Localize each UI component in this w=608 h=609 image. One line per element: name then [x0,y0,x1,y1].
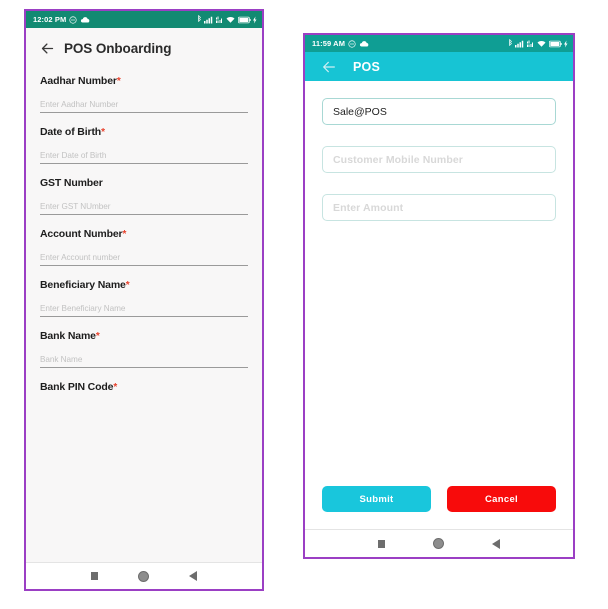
field-label: Beneficiary Name* [40,279,130,291]
charging-bolt-icon [564,40,568,47]
pos-action-buttons: Submit Cancel [322,486,556,529]
back-arrow-icon[interactable] [40,41,55,56]
back-arrow-icon[interactable] [321,59,337,75]
field-label: Bank Name* [40,330,100,342]
status-bar-left-group: 12:02 PM [33,15,90,24]
transaction-type-input[interactable]: Sale@POS [322,98,556,125]
bluetooth-icon [197,15,201,22]
customer-mobile-input[interactable]: Customer Mobile Number [322,146,556,173]
left-phone-body: POS Onboarding Aadhar Number* Enter Aadh… [26,28,262,562]
onboarding-form: Aadhar Number* Enter Aadhar Number Date … [26,75,262,393]
mobile-data-icon [215,16,222,23]
required-marker: * [113,382,118,393]
status-bar-right-group [508,39,569,48]
wifi-icon [537,40,546,47]
phone-right-pos: 11:59 AM POS Sale@POS Customer Mobile Nu… [303,33,575,559]
required-marker: * [101,127,105,138]
android-nav-bar-left [26,562,262,589]
pos-app-bar: POS [305,52,573,81]
battery-icon [548,40,562,47]
required-marker: * [116,76,121,87]
field-aadhar-number: Aadhar Number* Enter Aadhar Number [40,75,248,113]
phone-left-pos-onboarding: 12:02 PM POS Onboarding Aadhar Number* E… [24,9,264,591]
field-beneficiary-name: Beneficiary Name* Enter Beneficiary Name [40,279,248,317]
pos-body: Sale@POS Customer Mobile Number Enter Am… [305,81,573,529]
field-label: Account Number* [40,228,127,240]
onboarding-header: POS Onboarding [26,28,262,62]
home-circle-icon[interactable] [138,570,149,582]
field-label: Bank PIN Code* [40,381,118,393]
app-bar-title: POS [353,59,380,74]
field-account-number: Account Number* Enter Account number [40,228,248,266]
status-bar-left: 12:02 PM [26,11,262,28]
page-title: POS Onboarding [64,41,172,56]
back-triangle-icon[interactable] [189,571,197,581]
bank-name-input[interactable]: Bank Name [40,355,248,368]
field-label: Date of Birth* [40,126,105,138]
required-marker: * [95,331,100,342]
bluetooth-icon [508,39,512,46]
battery-icon [237,16,251,23]
amount-input[interactable]: Enter Amount [322,194,556,221]
required-marker: * [125,280,130,291]
back-triangle-icon[interactable] [492,538,500,549]
field-bank-pin-code: Bank PIN Code* [40,381,248,393]
signal-bars-icon [204,16,213,23]
home-circle-icon[interactable] [433,538,444,549]
status-time: 12:02 PM [33,15,67,24]
dnd-icon [348,39,356,48]
charging-bolt-icon [253,16,257,23]
signal-bars-icon [515,40,524,47]
status-bar-right-group [197,15,258,24]
dnd-icon [69,15,77,24]
status-bar-right: 11:59 AM [305,35,573,52]
weather-cloud-icon [81,16,90,23]
field-date-of-birth: Date of Birth* Enter Date of Birth [40,126,248,164]
gst-number-input[interactable]: Enter GST NUmber [40,202,248,215]
account-number-input[interactable]: Enter Account number [40,253,248,266]
field-bank-name: Bank Name* Bank Name [40,330,248,368]
mobile-data-icon [526,40,533,47]
beneficiary-name-input[interactable]: Enter Beneficiary Name [40,304,248,317]
field-label: GST Number [40,177,103,189]
field-label: Aadhar Number* [40,75,121,87]
date-of-birth-input[interactable]: Enter Date of Birth [40,151,248,164]
cancel-button[interactable]: Cancel [447,486,556,512]
recents-square-icon[interactable] [91,572,98,580]
status-bar-left-group: 11:59 AM [312,39,369,48]
recents-square-icon[interactable] [378,539,385,548]
aadhar-number-input[interactable]: Enter Aadhar Number [40,100,248,113]
android-nav-bar-right [305,529,573,557]
status-time: 11:59 AM [312,39,346,48]
field-gst-number: GST Number Enter GST NUmber [40,177,248,215]
submit-button[interactable]: Submit [322,486,431,512]
wifi-icon [226,16,235,23]
weather-cloud-icon [359,40,369,47]
required-marker: * [122,229,127,240]
